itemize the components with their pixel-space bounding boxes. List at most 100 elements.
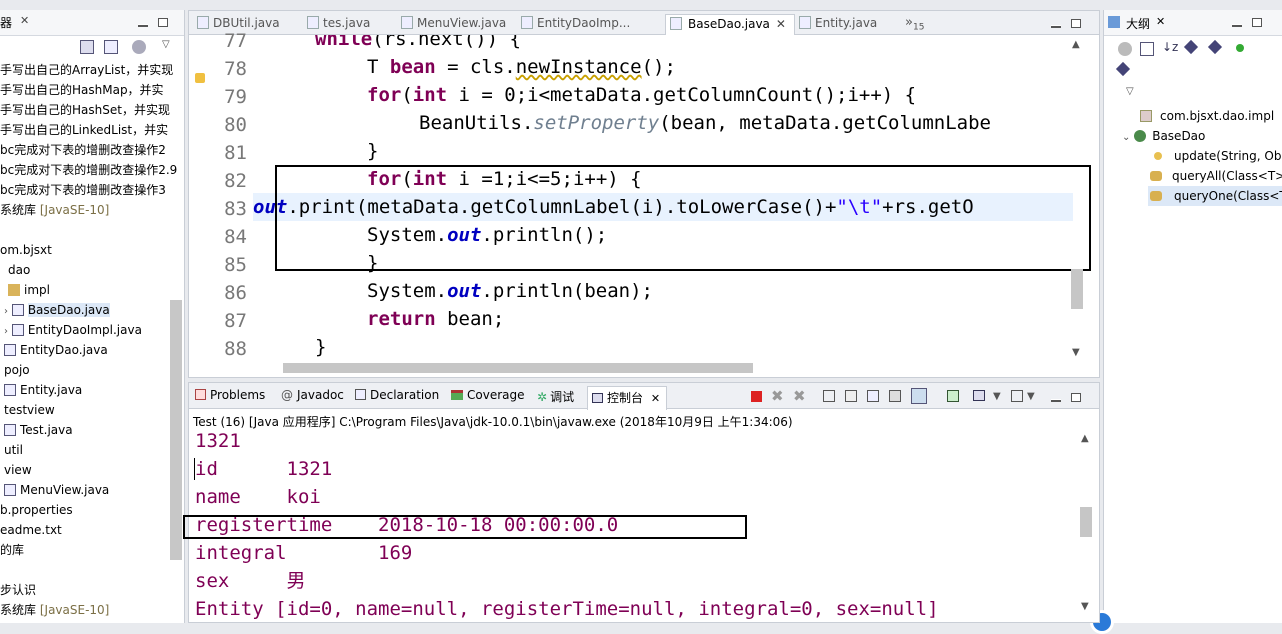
show-stdout-icon[interactable] [889, 390, 901, 402]
tab-overflow[interactable]: »15 [905, 14, 924, 35]
tree-item[interactable]: 手写出自己的LinkedList，并实 [0, 120, 168, 140]
tree-item[interactable]: eadme.txt [0, 520, 62, 540]
tree-item[interactable]: util [4, 440, 23, 460]
show-stderr-icon[interactable] [911, 388, 927, 404]
scrollbar-thumb[interactable] [1080, 507, 1092, 537]
tree-item[interactable]: 手写出自己的HashMap，并实 [0, 80, 164, 100]
word-wrap-icon[interactable] [867, 390, 879, 402]
console-vertical-scrollbar[interactable]: ▲ ▼ [1079, 433, 1093, 617]
tree-item[interactable]: testview [4, 400, 55, 420]
tab-debug[interactable]: ✲ 调试 [537, 388, 574, 405]
scroll-down-icon[interactable]: ▼ [1072, 347, 1080, 358]
tree-item[interactable]: Entity.java [4, 380, 82, 400]
sort-alpha-icon[interactable]: ↓z [1162, 40, 1178, 54]
tree-item[interactable]: 系统库 [JavaSE-10] [0, 600, 109, 620]
remove-launch-icon[interactable]: ✖ [771, 387, 784, 405]
tab-console[interactable]: 控制台 ✕ [587, 386, 668, 410]
close-icon[interactable]: ✕ [1156, 15, 1165, 28]
tree-item[interactable]: EntityDao.java [4, 340, 108, 360]
tree-item[interactable]: bc完成对下表的增删改查操作3 [0, 180, 166, 200]
outline-item-class[interactable]: ⌄ BaseDao [1122, 126, 1205, 146]
editor-horizontal-scrollbar[interactable] [253, 361, 1073, 375]
left-scrollbar[interactable] [170, 300, 182, 560]
tree-item[interactable]: impl [8, 280, 50, 300]
close-icon[interactable]: ✕ [651, 392, 660, 405]
tab-problems[interactable]: Problems [195, 388, 265, 402]
chevron-down-icon[interactable]: ▼ [993, 391, 1001, 402]
hide-static-icon[interactable] [1207, 39, 1223, 55]
filter-icon[interactable] [132, 40, 146, 54]
scroll-lock-icon[interactable] [845, 390, 857, 402]
hide-local-types-icon[interactable] [1115, 61, 1131, 77]
tree-item[interactable]: dao [8, 260, 30, 280]
pin-console-icon[interactable] [947, 390, 959, 402]
tree-item[interactable]: Test.java [4, 420, 73, 440]
tab-tes[interactable]: tes.java [307, 14, 370, 35]
tab-entity[interactable]: Entity.java [799, 14, 877, 35]
warning-icon[interactable] [195, 73, 205, 83]
maximize-icon[interactable] [1071, 19, 1081, 28]
chevron-right-icon[interactable]: › [4, 326, 8, 337]
outline-title: 大纲 [1126, 17, 1151, 31]
tab-basedao[interactable]: BaseDao.java ✕ [665, 14, 795, 35]
chevron-right-icon[interactable]: › [4, 306, 8, 317]
minimize-icon[interactable] [1232, 24, 1242, 27]
scroll-up-icon[interactable]: ▲ [1072, 39, 1080, 50]
outline-item-method[interactable]: queryAll(Class<T> [1150, 166, 1282, 186]
tree-item[interactable]: pojo [4, 360, 30, 380]
tree-item[interactable]: MenuView.java [4, 480, 109, 500]
outline-item-method[interactable]: update(String, Ob [1154, 146, 1281, 166]
package-explorer: 器 ✕ ▽ 手写出自己的ArrayList，并实现 手写出自己的HashMap，… [0, 10, 185, 623]
tree-item[interactable]: bc完成对下表的增删改查操作2 [0, 140, 166, 160]
tree-item[interactable]: view [4, 460, 32, 480]
outline-item-package[interactable]: com.bjsxt.dao.impl [1140, 106, 1274, 126]
hide-fields-icon[interactable] [1183, 39, 1199, 55]
editor-vertical-scrollbar[interactable]: ▲ ▼ [1069, 39, 1085, 359]
scrollbar-thumb[interactable] [283, 363, 753, 373]
tree-item[interactable]: om.bjsxt [0, 240, 52, 260]
line-number: 86 [224, 282, 247, 304]
close-icon[interactable]: ✕ [776, 17, 786, 31]
tab-declaration[interactable]: Declaration [355, 388, 439, 402]
sort-icon[interactable] [1118, 42, 1132, 56]
chevron-down-icon[interactable]: ▼ [1027, 391, 1035, 402]
new-console-icon[interactable] [1011, 390, 1023, 402]
scroll-up-icon[interactable]: ▲ [1081, 433, 1089, 444]
terminate-icon[interactable] [751, 391, 762, 402]
scroll-down-icon[interactable]: ▼ [1081, 601, 1089, 612]
display-console-icon[interactable] [973, 390, 985, 401]
maximize-icon[interactable] [1071, 393, 1081, 402]
link-editor-icon[interactable] [104, 40, 118, 54]
collapse-all-icon[interactable] [80, 40, 94, 54]
tree-item-basedao[interactable]: › BaseDao.java [4, 300, 110, 320]
tree-item[interactable]: 手写出自己的ArrayList，并实现 [0, 60, 173, 80]
view-menu-icon[interactable]: ▽ [162, 39, 170, 50]
tab-coverage[interactable]: Coverage [451, 388, 525, 402]
tab-javadoc[interactable]: @ Javadoc [281, 388, 344, 402]
outline-menu-icon[interactable]: ▽ [1126, 86, 1134, 97]
minimize-icon[interactable] [1051, 25, 1061, 28]
chevron-down-icon[interactable]: ⌄ [1122, 132, 1130, 143]
tree-item[interactable]: › EntityDaoImpl.java [4, 320, 142, 340]
remove-all-icon[interactable]: ✖ [793, 387, 806, 405]
hide-nonpublic-icon[interactable] [1236, 44, 1244, 52]
tree-item[interactable]: 步认识 [0, 580, 36, 600]
minimize-icon[interactable] [138, 24, 148, 27]
scrollbar-thumb[interactable] [1071, 269, 1083, 309]
outline-item-method-selected[interactable]: queryOne(Class<T [1148, 186, 1282, 206]
minimize-icon[interactable] [1051, 399, 1061, 402]
tab-entitydaoimpl[interactable]: EntityDaoImp... [521, 14, 630, 35]
tree-item[interactable]: 手写出自己的HashSet，并实现 [0, 100, 170, 120]
close-icon[interactable]: ✕ [20, 14, 29, 27]
tree-item[interactable]: bc完成对下表的增删改查操作2.9 [0, 160, 177, 180]
tab-menuview[interactable]: MenuView.java [401, 14, 506, 35]
tree-item[interactable]: 的库 [0, 540, 24, 560]
view-window-buttons [1222, 16, 1262, 30]
tree-item[interactable]: b.properties [0, 500, 73, 520]
collapse-all-icon[interactable] [1140, 42, 1154, 56]
maximize-icon[interactable] [1252, 18, 1262, 27]
clear-console-icon[interactable] [823, 390, 835, 402]
tree-item[interactable]: 系统库 [JavaSE-10] [0, 200, 109, 220]
console-line: name koi [195, 486, 321, 508]
maximize-icon[interactable] [158, 18, 168, 27]
